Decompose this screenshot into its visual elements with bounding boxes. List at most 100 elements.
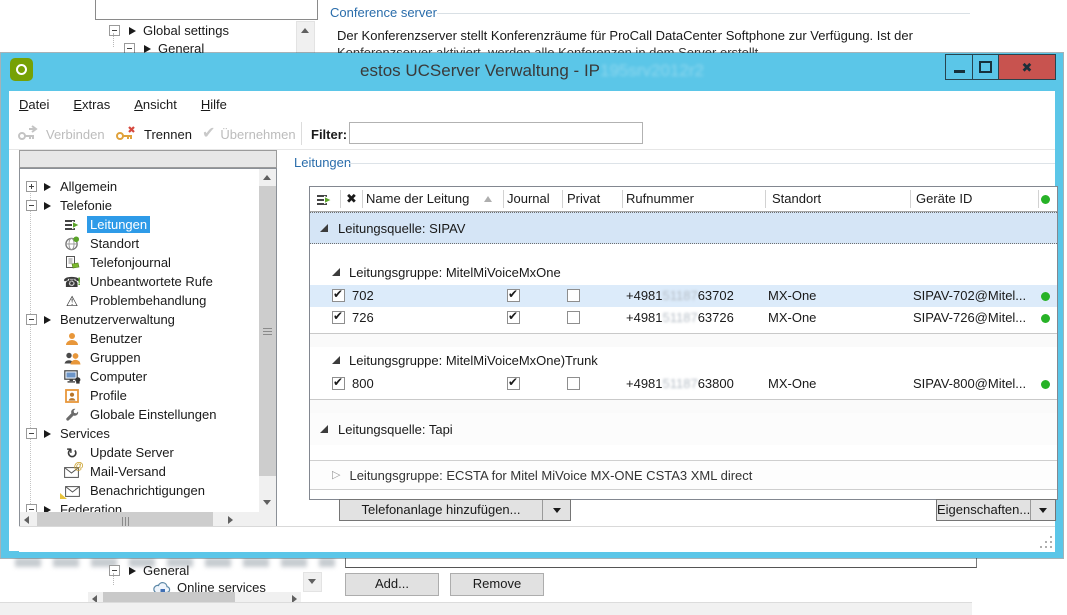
properties-button[interactable]: Eigenschaften... bbox=[936, 499, 1056, 521]
navigation-tree: AllgemeinTelefonieLeitungenStandortTelef… bbox=[20, 169, 259, 514]
collapse-box-icon[interactable] bbox=[26, 314, 37, 325]
checkbox-journal[interactable] bbox=[507, 289, 520, 302]
checkbox-journal[interactable] bbox=[507, 311, 520, 324]
disconnect-button[interactable]: Trennen bbox=[115, 122, 192, 146]
resize-grip[interactable] bbox=[1038, 534, 1052, 548]
sidebar-item-gruppen[interactable]: Gruppen bbox=[20, 348, 259, 367]
menu-item-datei[interactable]: Datei bbox=[19, 97, 49, 112]
connect-button[interactable]: Verbinden bbox=[17, 122, 105, 146]
checkbox-privat[interactable] bbox=[567, 289, 580, 302]
column-header-geraete-id[interactable]: Geräte ID bbox=[916, 187, 972, 211]
collapse-arrow-icon[interactable] bbox=[320, 224, 328, 232]
dropdown-arrow-icon[interactable] bbox=[1031, 500, 1055, 520]
apply-button[interactable]: ✔ Übernehmen bbox=[202, 122, 296, 146]
collapse-box-icon[interactable] bbox=[26, 428, 37, 439]
column-header-name[interactable]: Name der Leitung bbox=[366, 187, 469, 211]
ucserver-admin-window: estos UCServer Verwaltung - IP195srv2012… bbox=[1, 53, 1063, 558]
table-spacer bbox=[310, 445, 1057, 460]
scroll-up-icon[interactable] bbox=[263, 175, 271, 180]
collapse-arrow-icon[interactable] bbox=[332, 356, 340, 364]
conference-server-description-clipped: Konferenzserver aktiviert, werden alle K… bbox=[337, 45, 977, 53]
scroll-up-icon[interactable] bbox=[301, 28, 309, 33]
source-row-leitungsquelle-sipav[interactable]: Leitungsquelle: SIPAV bbox=[310, 212, 1057, 244]
tree-node-global-settings[interactable]: Global settings bbox=[109, 22, 229, 39]
mail-at-icon: @ bbox=[62, 465, 82, 478]
scroll-down-icon[interactable] bbox=[263, 500, 271, 505]
background-scrollbar[interactable] bbox=[296, 21, 315, 55]
sidebar-item-allgemein[interactable]: Allgemein bbox=[20, 177, 259, 196]
sidebar-item-problembehandlung[interactable]: ⚠Problembehandlung bbox=[20, 291, 259, 310]
sidebar-item-update-server[interactable]: ↻Update Server bbox=[20, 443, 259, 462]
checkbox-line-enabled[interactable] bbox=[332, 289, 345, 302]
sidebar-item-benutzer[interactable]: Benutzer bbox=[20, 329, 259, 348]
collapse-box-icon[interactable] bbox=[26, 181, 37, 192]
checkbox-line-enabled[interactable] bbox=[332, 311, 345, 324]
sidebar-item-benutzerverwaltung[interactable]: Benutzerverwaltung bbox=[20, 310, 259, 329]
sidebar-item-telefonie[interactable]: Telefonie bbox=[20, 196, 259, 215]
computer-icon bbox=[62, 370, 82, 384]
collapse-box-icon[interactable] bbox=[109, 565, 120, 576]
arrow-icon bbox=[129, 567, 136, 575]
remove-button[interactable]: Remove bbox=[450, 573, 544, 596]
scroll-left-icon[interactable] bbox=[24, 516, 29, 524]
group-row-leitungsgruppe-ecsta-for-mitel-mivoice-mx-one-csta3-xml-direct[interactable]: ▷Leitungsgruppe: ECSTA for Mitel MiVoice… bbox=[310, 460, 1057, 490]
tree-header[interactable] bbox=[19, 150, 277, 168]
collapse-arrow-icon[interactable] bbox=[320, 425, 328, 433]
sidebar-item-benachrichtigungen[interactable]: Benachrichtigungen bbox=[20, 481, 259, 500]
sidebar-item-mail-versand[interactable]: @Mail-Versand bbox=[20, 462, 259, 481]
checkbox-line-enabled[interactable] bbox=[332, 377, 345, 390]
scrollbar-thumb[interactable] bbox=[259, 186, 276, 476]
arrow-icon bbox=[144, 45, 151, 53]
minimize-button[interactable] bbox=[945, 54, 973, 80]
group-row-leitungsgruppe-mitelmivoicemxone-trunk[interactable]: Leitungsgruppe: MitelMiVoiceMxOne)Trunk bbox=[310, 347, 1057, 373]
sidebar-item-unbeantwortete-rufe[interactable]: ☎!Unbeantwortete Rufe bbox=[20, 272, 259, 291]
column-header-rufnummer[interactable]: Rufnummer bbox=[626, 187, 694, 211]
menu-item-hilfe[interactable]: Hilfe bbox=[201, 97, 227, 112]
table-header: ✖ Name der Leitung Journal Privat Rufnum… bbox=[310, 187, 1057, 212]
minimize-icon bbox=[954, 70, 965, 73]
close-button[interactable]: ✖ bbox=[998, 54, 1056, 80]
line-row-800[interactable]: 800+49815118763800MX-OneSIPAV-800@Mitel.… bbox=[310, 373, 1057, 395]
collapse-box-icon[interactable] bbox=[26, 200, 37, 211]
sidebar-item-leitungen[interactable]: Leitungen bbox=[20, 215, 259, 234]
group-row-label: Leitungsgruppe: MitelMiVoiceMxOne bbox=[349, 265, 561, 280]
column-header-privat[interactable]: Privat bbox=[567, 187, 600, 211]
column-header-journal[interactable]: Journal bbox=[507, 187, 550, 211]
add-pbx-button[interactable]: Telefonanlage hinzufügen... bbox=[339, 499, 571, 521]
sidebar-item-standort[interactable]: Standort bbox=[20, 234, 259, 253]
line-row-726[interactable]: 726+49815118763726MX-OneSIPAV-726@Mitel.… bbox=[310, 307, 1057, 329]
source-row-leitungsquelle-tapi[interactable]: Leitungsquelle: Tapi bbox=[310, 413, 1057, 445]
tree-node-general-bottom[interactable]: General bbox=[109, 562, 189, 579]
menu-item-extras[interactable]: Extras bbox=[73, 97, 110, 112]
sidebar-item-computer[interactable]: Computer bbox=[20, 367, 259, 386]
group-row-leitungsgruppe-mitelmivoicemxone[interactable]: Leitungsgruppe: MitelMiVoiceMxOne bbox=[310, 259, 1057, 285]
dropdown-arrow-icon[interactable] bbox=[543, 500, 570, 520]
content-area: AllgemeinTelefonieLeitungenStandortTelef… bbox=[19, 149, 1055, 551]
filter-input[interactable] bbox=[349, 122, 643, 144]
background-scrollbar-down[interactable] bbox=[303, 572, 322, 592]
clear-filter-icon[interactable]: ✖ bbox=[346, 187, 357, 211]
menu-item-ansicht[interactable]: Ansicht bbox=[134, 97, 177, 112]
line-row-702[interactable]: 702+49815118763702MX-OneSIPAV-702@Mitel.… bbox=[310, 285, 1057, 307]
sidebar-item-label: Problembehandlung bbox=[87, 292, 209, 309]
expand-arrow-icon[interactable]: ▷ bbox=[332, 470, 340, 481]
menu-bar: Datei Extras Ansicht Hilfe bbox=[9, 91, 1055, 118]
collapse-arrow-icon[interactable] bbox=[332, 268, 340, 276]
sidebar-item-services[interactable]: Services bbox=[20, 424, 259, 443]
line-name: 702 bbox=[352, 288, 374, 303]
checkbox-privat[interactable] bbox=[567, 311, 580, 324]
sidebar-item-profile[interactable]: Profile bbox=[20, 386, 259, 405]
scroll-right-icon[interactable] bbox=[228, 516, 233, 524]
column-header-standort[interactable]: Standort bbox=[772, 187, 821, 211]
scroll-down-icon[interactable] bbox=[308, 579, 316, 584]
checkbox-journal[interactable] bbox=[507, 377, 520, 390]
sidebar-item-globale-einstellungen[interactable]: Globale Einstellungen bbox=[20, 405, 259, 424]
journal-icon bbox=[62, 255, 82, 270]
maximize-button[interactable] bbox=[972, 54, 999, 80]
collapse-box-icon[interactable] bbox=[109, 25, 120, 36]
tree-vertical-scrollbar[interactable] bbox=[259, 169, 276, 512]
add-button[interactable]: Add... bbox=[345, 573, 439, 596]
checkbox-privat[interactable] bbox=[567, 377, 580, 390]
background-text-field[interactable] bbox=[95, 0, 318, 20]
sidebar-item-telefonjournal[interactable]: Telefonjournal bbox=[20, 253, 259, 272]
